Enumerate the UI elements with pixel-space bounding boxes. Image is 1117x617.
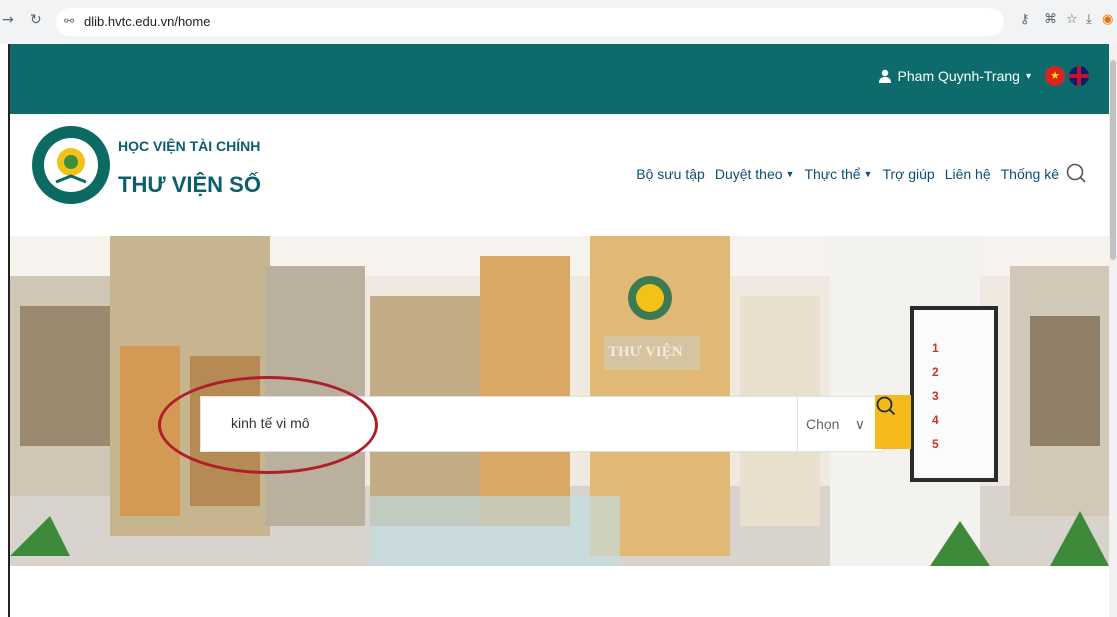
user-icon [878,69,891,83]
uk-flag-icon[interactable] [1069,66,1089,86]
chevron-down-icon: ∨ [854,415,865,432]
board-number: 2 [932,365,939,379]
scrollbar-thumb[interactable] [1110,60,1116,260]
info-board: 1 2 3 4 5 [932,336,952,456]
search-icon[interactable] [1065,162,1087,184]
reload-icon[interactable]: ↻ [30,12,42,28]
search-scope-select[interactable]: Chọn ∨ [797,397,873,451]
wall-sign: THƯ VIỆN [608,344,683,360]
menu-item-browse[interactable]: Duyệt theo ▼ [715,166,795,182]
menu-item-help[interactable]: Trợ giúp [882,166,934,182]
main-menu: Bộ sưu tập Duyệt theo ▼ Thực thể ▼ Trợ giú… [636,166,1059,182]
search-icon [876,396,896,416]
profile-icon[interactable]: ◉ [1102,12,1113,27]
user-name[interactable]: Pham Quynh-Trang [898,68,1020,84]
site-header: HỌC VIỆN TÀI CHÍNH THƯ VIỆN SỐ Bộ sưu tậ… [10,114,1109,236]
org-name: HỌC VIỆN TÀI CHÍNH [118,138,261,154]
caret-down-icon: ▼ [785,169,795,179]
top-bar: Pham Quynh-Trang ▾ ★ [10,44,1109,114]
user-menu[interactable]: Pham Quynh-Trang ▾ [878,68,1031,84]
select-label: Chọn [806,416,840,432]
menu-item-contact[interactable]: Liên hệ [945,166,991,182]
academy-logo[interactable] [30,124,112,206]
site-info-icon[interactable]: ⚯ [64,14,74,28]
page-scrollbar[interactable] [1109,44,1117,617]
chevron-down-icon: ▾ [1025,70,1031,82]
address-bar[interactable]: ⚯ dlib.hvtc.edu.vn/home [56,8,1004,36]
forward-icon[interactable]: → [2,12,14,28]
board-number: 1 [932,341,939,355]
browser-toolbar: → ↻ ⚯ dlib.hvtc.edu.vn/home ⚷ ⌘ ☆ ⤓ ◉ [0,0,1117,44]
search-button[interactable] [875,395,911,449]
menu-item-entities[interactable]: Thực thể ▼ [804,166,872,182]
menu-item-statistics[interactable]: Thống kê [1001,166,1059,182]
password-key-icon[interactable]: ⚷ [1020,12,1030,27]
annotation-circle [158,376,378,474]
star-icon[interactable]: ☆ [1066,12,1078,27]
board-number: 3 [932,389,939,403]
menu-item-collections[interactable]: Bộ sưu tập [636,166,705,182]
download-icon[interactable]: ⤓ [1086,12,1092,27]
board-number: 5 [932,437,939,451]
caret-down-icon: ▼ [863,169,873,179]
translate-icon[interactable]: ⌘ [1044,12,1057,27]
board-number: 4 [932,413,939,427]
vietnam-flag-icon[interactable]: ★ [1045,66,1065,86]
url-text[interactable]: dlib.hvtc.edu.vn/home [84,14,210,29]
left-edge [0,44,10,617]
library-name[interactable]: THƯ VIỆN SỐ [118,172,261,198]
page: Pham Quynh-Trang ▾ ★ HỌC VIỆN TÀI CHÍNH … [10,44,1109,617]
hero-banner: THƯ VIỆN 1 2 3 4 5 Chọn ∨ [10,236,1109,566]
